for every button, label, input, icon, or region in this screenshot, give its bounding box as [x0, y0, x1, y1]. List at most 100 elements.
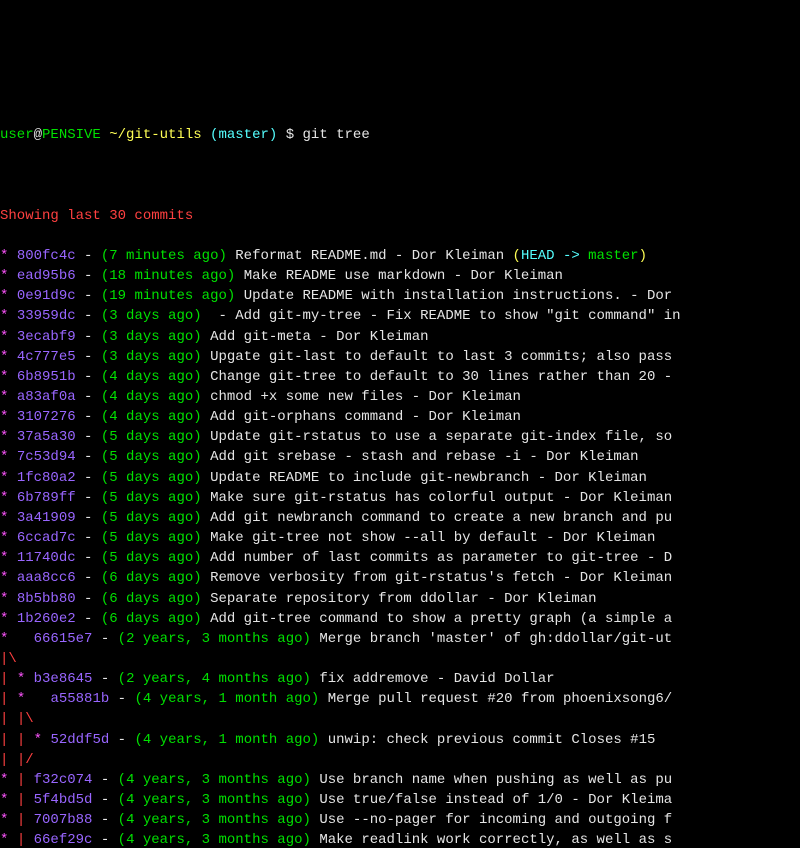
commit-row: | * a55881b - (4 years, 1 month ago) Mer… — [0, 689, 800, 709]
commit-message: Add git-meta - Dor Kleiman — [210, 329, 428, 345]
commit-message: Make README use markdown - Dor Kleiman — [244, 268, 563, 284]
graph-pipe-icon: | — [17, 832, 25, 848]
commit-message: Remove verbosity from git-rstatus's fetc… — [210, 570, 672, 586]
commit-message: Add git newbranch command to create a ne… — [210, 510, 672, 526]
commit-age: 19 minutes ago — [109, 288, 227, 304]
commit-age: 3 days ago — [109, 349, 193, 365]
commit-age: 4 days ago — [109, 389, 193, 405]
commit-hash: 66ef29c — [34, 832, 93, 848]
commit-age: 3 days ago — [109, 329, 193, 345]
commit-message: - Add git-my-tree - Fix README to show "… — [210, 308, 680, 324]
commit-message: Add number of last commits as parameter … — [210, 550, 672, 566]
terminal[interactable]: user@PENSIVE ~/git-utils (master) $ git … — [0, 101, 800, 848]
prompt-host: PENSIVE — [42, 127, 101, 143]
commit-message: Use branch name when pushing as well as … — [319, 772, 672, 788]
commit-age: 4 days ago — [109, 409, 193, 425]
graph-pipe-icon: | — [17, 772, 25, 788]
commit-age: 18 minutes ago — [109, 268, 227, 284]
commit-row: | | * 52ddf5d - (4 years, 1 month ago) u… — [0, 730, 800, 750]
commit-hash: 4c777e5 — [17, 349, 76, 365]
commit-message: Merge pull request #20 from phoenixsong6… — [328, 691, 672, 707]
graph-star-icon: * — [34, 732, 42, 748]
commit-message: Add git-orphans command - Dor Kleiman — [210, 409, 521, 425]
command-text: git tree — [303, 127, 370, 143]
graph-star-icon: * — [17, 691, 25, 707]
commit-row: * | 5f4bd5d - (4 years, 3 months ago) Us… — [0, 790, 800, 810]
commit-message: Merge branch 'master' of gh:ddollar/git-… — [319, 631, 672, 647]
commit-row: * ead95b6 - (18 minutes ago) Make README… — [0, 266, 800, 286]
commit-age: 4 years, 3 months ago — [126, 812, 302, 828]
commit-row: | * b3e8645 - (2 years, 4 months ago) fi… — [0, 669, 800, 689]
commit-message: Update README to include git-newbranch -… — [210, 470, 647, 486]
graph-pipe-icon: | — [17, 732, 25, 748]
output-header: Showing last 30 commits — [0, 206, 800, 226]
commit-age: 4 years, 1 month ago — [143, 691, 311, 707]
commit-message: chmod +x some new files - Dor Kleiman — [210, 389, 521, 405]
commit-age: 4 years, 1 month ago — [143, 732, 311, 748]
commit-age: 4 years, 3 months ago — [126, 832, 302, 848]
commit-age: 2 years, 3 months ago — [126, 631, 302, 647]
commit-message: Make sure git-rstatus has colorful outpu… — [210, 490, 672, 506]
commit-message: Separate repository from ddollar - Dor K… — [210, 591, 596, 607]
commit-age: 2 years, 4 months ago — [126, 671, 302, 687]
commit-row: * 0e91d9c - (19 minutes ago) Update READ… — [0, 286, 800, 306]
graph-pipe-icon: | — [17, 812, 25, 828]
commit-row: * 11740dc - (5 days ago) Add number of l… — [0, 548, 800, 568]
commit-message: Update git-rstatus to use a separate git… — [210, 429, 672, 445]
commit-row: | |/ — [0, 750, 800, 770]
commit-row: | |\ — [0, 709, 800, 729]
commit-message: Make readlink work correctly, as well as… — [319, 832, 672, 848]
commit-hash: 33959dc — [17, 308, 76, 324]
commit-age: 5 days ago — [109, 449, 193, 465]
commit-row: * 1fc80a2 - (5 days ago) Update README t… — [0, 468, 800, 488]
commit-age: 4 years, 3 months ago — [126, 772, 302, 788]
commit-row: * 6b789ff - (5 days ago) Make sure git-r… — [0, 488, 800, 508]
commit-row: * | 7007b88 - (4 years, 3 months ago) Us… — [0, 810, 800, 830]
commit-hash: 6b789ff — [17, 490, 76, 506]
commit-hash: 800fc4c — [17, 248, 76, 264]
commit-age: 6 days ago — [109, 570, 193, 586]
commit-hash: aaa8cc6 — [17, 570, 76, 586]
commit-hash: 8b5bb80 — [17, 591, 76, 607]
commit-row: * | 66ef29c - (4 years, 3 months ago) Ma… — [0, 830, 800, 848]
commit-message: Add git srebase - stash and rebase -i - … — [210, 449, 638, 465]
commit-hash: 37a5a30 — [17, 429, 76, 445]
prompt-line: user@PENSIVE ~/git-utils (master) $ git … — [0, 125, 800, 145]
commit-message: fix addremove - David Dollar — [319, 671, 554, 687]
graph-star-icon: * — [0, 832, 8, 848]
commit-message: Change git-tree to default to 30 lines r… — [210, 369, 672, 385]
commit-hash: 11740dc — [17, 550, 76, 566]
commit-message: Upgate git-last to default to last 3 com… — [210, 349, 672, 365]
commit-message: Add git-tree command to show a pretty gr… — [210, 611, 672, 627]
graph-pipe-icon: | — [17, 792, 25, 808]
commit-row: * 8b5bb80 - (6 days ago) Separate reposi… — [0, 589, 800, 609]
commit-hash: f32c074 — [34, 772, 93, 788]
commit-message: Update README with installation instruct… — [244, 288, 672, 304]
commit-row: * | f32c074 - (4 years, 3 months ago) Us… — [0, 770, 800, 790]
commit-hash: 3a41909 — [17, 510, 76, 526]
commit-hash: 3107276 — [17, 409, 76, 425]
commit-hash: 3ecabf9 — [17, 329, 76, 345]
commit-hash: 7007b88 — [34, 812, 93, 828]
commit-hash: 5f4bd5d — [34, 792, 93, 808]
commit-age: 4 years, 3 months ago — [126, 792, 302, 808]
commit-hash: 1b260e2 — [17, 611, 76, 627]
commit-hash: 0e91d9c — [17, 288, 76, 304]
commit-row: * 6ccad7c - (5 days ago) Make git-tree n… — [0, 528, 800, 548]
commit-age: 7 minutes ago — [109, 248, 218, 264]
commit-hash: 6ccad7c — [17, 530, 76, 546]
commit-hash: 1fc80a2 — [17, 470, 76, 486]
commit-age: 5 days ago — [109, 470, 193, 486]
commit-hash: ead95b6 — [17, 268, 76, 284]
commit-age: 6 days ago — [109, 591, 193, 607]
commit-hash: 7c53d94 — [17, 449, 76, 465]
prompt-branch: master — [218, 127, 268, 143]
commit-hash: 52ddf5d — [50, 732, 109, 748]
commit-age: 6 days ago — [109, 611, 193, 627]
prompt-path: ~/git-utils — [109, 127, 201, 143]
commit-hash: 66615e7 — [34, 631, 93, 647]
commit-row: * 4c777e5 - (3 days ago) Upgate git-last… — [0, 347, 800, 367]
commit-row: |\ — [0, 649, 800, 669]
commit-row: * aaa8cc6 - (6 days ago) Remove verbosit… — [0, 568, 800, 588]
commit-age: 5 days ago — [109, 550, 193, 566]
